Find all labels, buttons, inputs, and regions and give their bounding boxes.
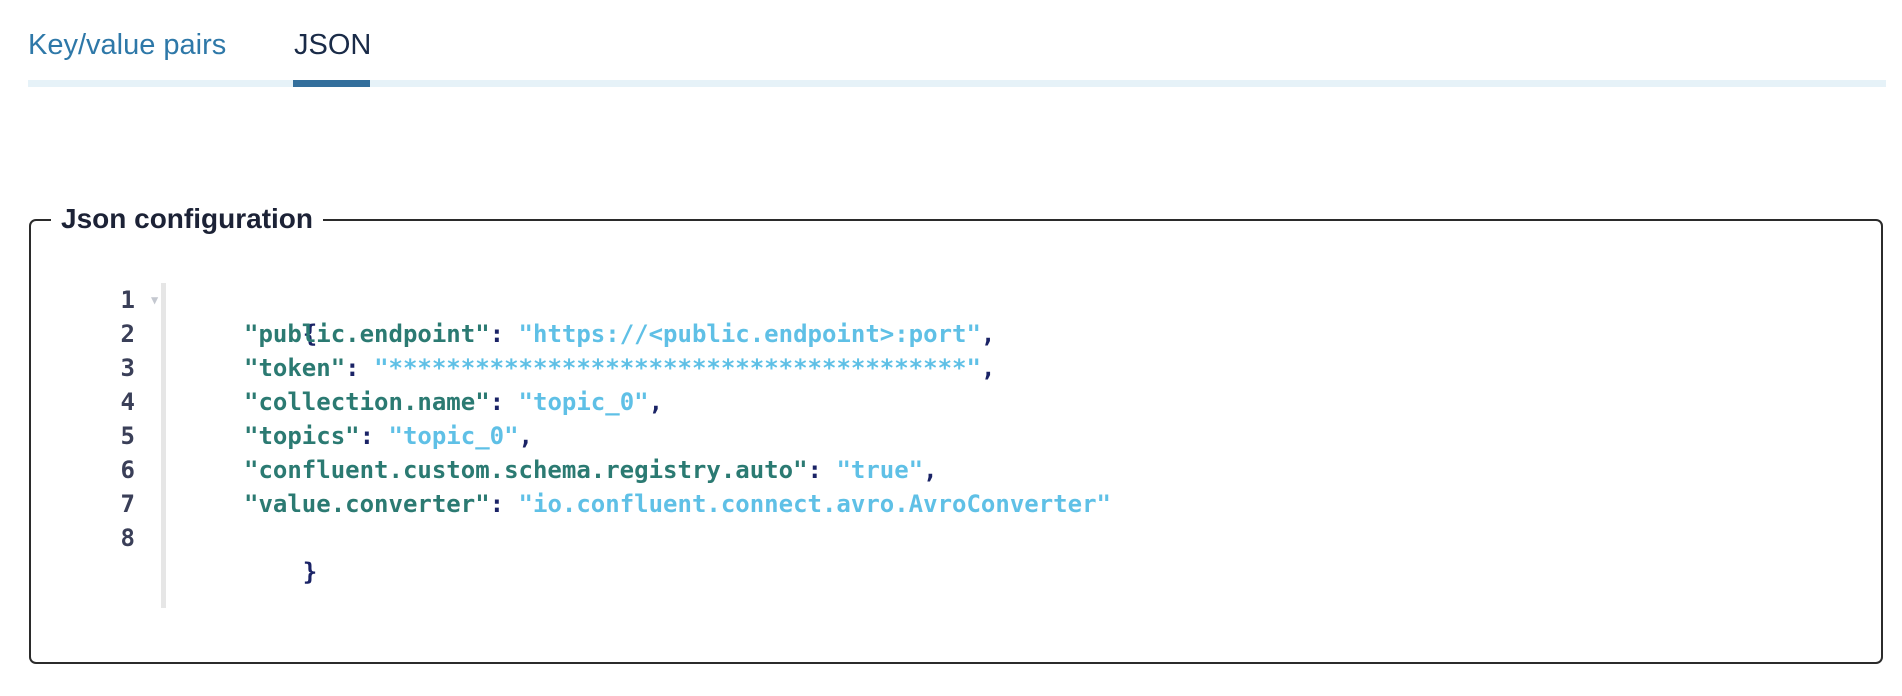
fold-triangle-icon[interactable]: ▼ [151,283,158,317]
json-value: "io.confluent.connect.avro.AvroConverter… [518,490,1111,518]
tab-key-value-pairs[interactable]: Key/value pairs [28,28,226,62]
json-key: "token" [244,354,346,382]
line-number: 2 [120,320,135,348]
line-number-gutter: 1 2 3 4 5 6 7 8 ▼ [91,283,166,608]
code-line-1: { [216,283,317,348]
json-colon: : [489,320,519,348]
line-number: 4 [120,388,135,416]
json-colon: : [359,422,389,450]
line-number: 3 [120,354,135,382]
json-colon: : [807,456,837,484]
line-number: 5 [120,422,135,450]
json-value: "topic_0" [388,422,519,450]
json-key: "confluent.custom.schema.registry.auto" [244,456,808,484]
json-comma: , [980,354,996,382]
json-key: "topics" [244,422,360,450]
code-line-6: "confluent.custom.schema.registry.auto":… [244,453,938,487]
json-comma: , [923,456,938,484]
tab-json[interactable]: JSON [294,28,371,62]
json-key: "public.endpoint" [244,320,490,348]
json-key: "value.converter" [244,490,490,518]
json-comma: , [648,388,664,416]
line-number: 8 [120,524,135,552]
line-number: 7 [120,490,135,518]
json-key: "collection.name" [244,388,490,416]
code-line-7: "value.converter": "io.confluent.connect… [244,487,1111,521]
json-editor[interactable]: 1 2 3 4 5 6 7 8 ▼ { "public.endpoint": "… [91,283,1851,628]
json-configuration-legend: Json configuration [51,199,323,239]
json-comma: , [980,320,996,348]
json-value: "topic_0" [518,388,649,416]
code-line-3: "token": "******************************… [244,351,995,385]
tab-bar: Key/value pairs JSON [28,0,1886,88]
active-tab-indicator [293,80,370,87]
line-number: 6 [120,456,135,484]
json-configuration-panel: Json configuration 1 2 3 4 5 6 7 8 ▼ { "… [29,199,1883,664]
json-colon: : [489,388,519,416]
code-line-5: "topics": "topic_0", [244,419,533,453]
json-comma: , [518,422,533,450]
json-colon: : [489,490,519,518]
json-value: "true" [836,456,924,484]
json-colon: : [345,354,375,382]
code-line-2: "public.endpoint": "https://<public.endp… [244,317,995,351]
code-line-8: } [216,521,317,586]
close-brace: } [302,558,318,586]
code-line-4: "collection.name": "topic_0", [244,385,663,419]
json-value: "https://<public.endpoint>:port" [518,320,981,348]
line-number: 1 [120,286,135,314]
json-value: "***************************************… [374,354,981,382]
gutter-divider [161,283,166,608]
